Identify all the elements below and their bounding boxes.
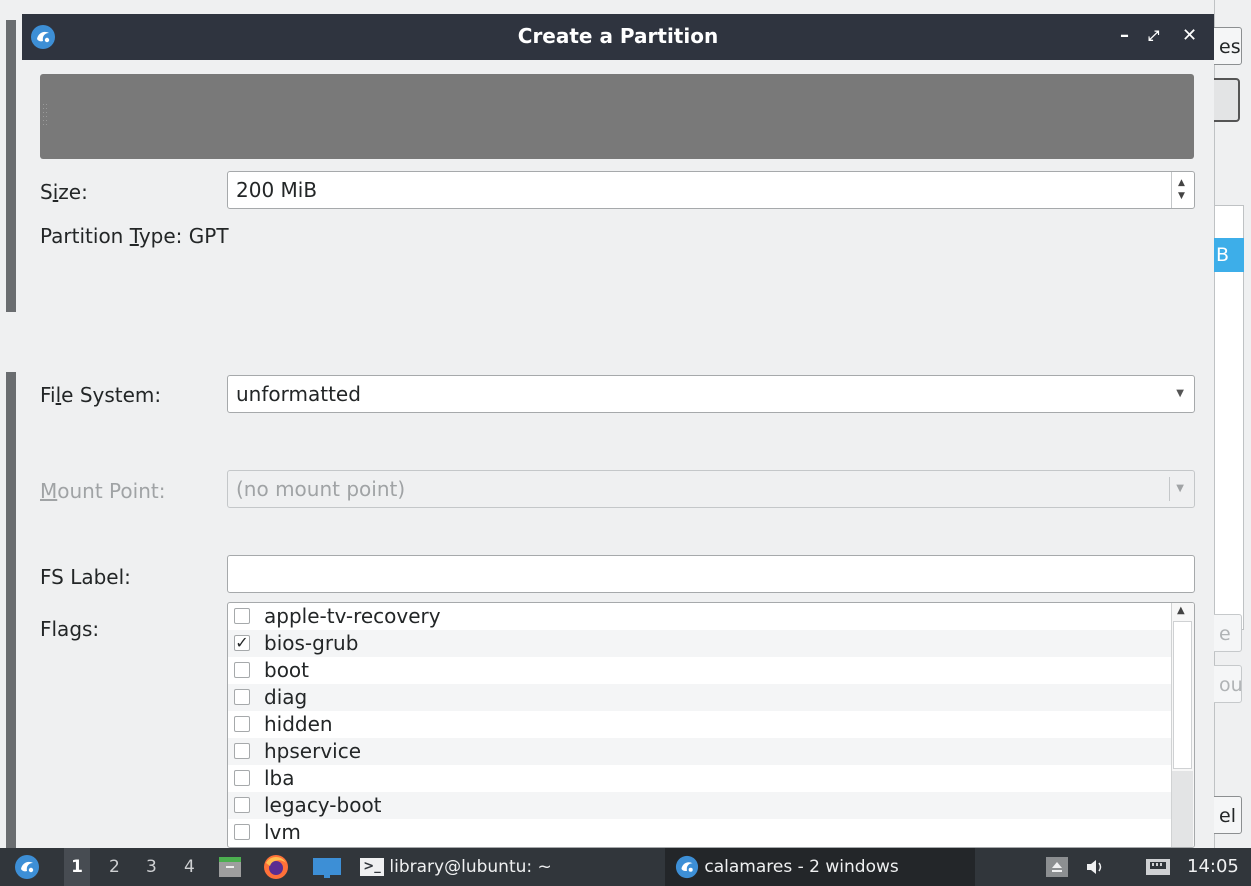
fs-label-label: FS Label:	[40, 565, 131, 589]
flags-scrollbar[interactable]: ▲	[1171, 603, 1194, 847]
minimize-icon[interactable]: –	[1120, 14, 1129, 58]
flags-label: Flags:	[40, 617, 100, 641]
flag-checkbox[interactable]	[234, 662, 250, 678]
flag-label: legacy-boot	[264, 793, 382, 817]
size-label: Size:	[40, 180, 88, 204]
file-system-value: unformatted	[236, 382, 361, 406]
flag-checkbox[interactable]	[234, 608, 250, 624]
restore-icon[interactable]: ⤢	[1148, 14, 1159, 58]
background-window-sidebar	[6, 20, 16, 312]
decrement-icon[interactable]: ▼	[1178, 192, 1185, 201]
firefox-icon[interactable]	[262, 853, 290, 881]
flag-checkbox[interactable]	[234, 770, 250, 786]
drag-handle-icon[interactable]	[42, 104, 52, 128]
close-icon[interactable]: ✕	[1182, 14, 1197, 58]
dialog-title: Create a Partition	[517, 24, 719, 48]
scrollbar-thumb[interactable]	[1173, 621, 1192, 769]
calamares-icon	[675, 855, 699, 879]
network-icon[interactable]	[1145, 856, 1171, 878]
task-calamares[interactable]: calamares - 2 windows	[665, 848, 975, 886]
flag-checkbox[interactable]	[234, 824, 250, 840]
size-spinbox[interactable]: 200 MiB ▲ ▼	[227, 171, 1195, 209]
flag-label: apple-tv-recovery	[264, 604, 441, 628]
flag-item-lvm[interactable]: lvm	[228, 819, 1194, 846]
flag-checkbox[interactable]: ✓	[234, 635, 250, 651]
scrollbar-track[interactable]	[1172, 771, 1193, 847]
file-system-dropdown[interactable]: unformatted ▼	[227, 375, 1195, 413]
flag-item-hpservice[interactable]: hpservice	[228, 738, 1194, 765]
increment-icon[interactable]: ▲	[1178, 179, 1185, 188]
mount-point-label: Mount Point:	[40, 479, 166, 503]
flag-label: bios-grub	[264, 631, 359, 655]
flag-label: boot	[264, 658, 310, 682]
workspace-1[interactable]: 1	[64, 848, 90, 886]
flag-label: hpservice	[264, 739, 362, 763]
main-menu-icon[interactable]	[14, 854, 40, 880]
volume-icon[interactable]	[1085, 858, 1107, 876]
flags-list[interactable]: apple-tv-recovery ✓ bios-grub boot diag hidde…	[227, 602, 1195, 848]
terminal-icon: >_	[360, 858, 384, 876]
size-value: 200 MiB	[236, 178, 318, 202]
partition-preview-bar	[40, 74, 1194, 159]
mount-point-value: (no mount point)	[236, 477, 406, 501]
workspace-3[interactable]: 3	[146, 848, 157, 886]
partition-type-value: GPT	[188, 224, 229, 248]
background-disk-selector[interactable]	[1210, 78, 1240, 122]
size-stepper[interactable]: ▲ ▼	[1171, 172, 1194, 208]
flag-label: diag	[264, 685, 308, 709]
flag-item-lba[interactable]: lba	[228, 765, 1194, 792]
flag-item-apple-tv-recovery[interactable]: apple-tv-recovery	[228, 603, 1194, 630]
partition-type-label: Partition Type: GPT	[40, 224, 229, 248]
chevron-down-icon[interactable]: ▼	[1176, 376, 1184, 412]
create-partition-dialog: Create a Partition – ⤢ ✕ Size: 200 MiB ▲…	[22, 14, 1214, 848]
task-terminal[interactable]: >_ library@lubuntu: ~	[360, 848, 608, 886]
flag-checkbox[interactable]	[234, 716, 250, 732]
file-manager-icon[interactable]	[218, 856, 242, 878]
desktop-icon[interactable]	[312, 857, 342, 879]
eject-icon[interactable]	[1045, 856, 1069, 878]
flag-item-bios-grub[interactable]: ✓ bios-grub	[228, 630, 1194, 657]
combo-separator	[1169, 477, 1170, 501]
flag-checkbox[interactable]	[234, 689, 250, 705]
flag-label: lba	[264, 766, 295, 790]
flag-checkbox[interactable]	[234, 797, 250, 813]
flag-checkbox[interactable]	[234, 743, 250, 759]
flag-item-diag[interactable]: diag	[228, 684, 1194, 711]
taskbar: 1 2 3 4 >_ library@lubuntu: ~ calamares …	[0, 848, 1251, 886]
fs-label-input[interactable]	[227, 555, 1195, 593]
clock[interactable]: 14:05	[1187, 848, 1239, 886]
workspace-4[interactable]: 4	[184, 848, 195, 886]
flag-item-hidden[interactable]: hidden	[228, 711, 1194, 738]
scroll-up-icon[interactable]: ▲	[1177, 605, 1185, 616]
background-window-sidebar-lower	[6, 372, 16, 848]
flag-item-legacy-boot[interactable]: legacy-boot	[228, 792, 1194, 819]
chevron-down-icon[interactable]: ▼	[1176, 471, 1184, 507]
file-system-label: File System:	[40, 383, 162, 407]
flag-item-boot[interactable]: boot	[228, 657, 1194, 684]
workspace-2[interactable]: 2	[109, 848, 120, 886]
flags-items: apple-tv-recovery ✓ bios-grub boot diag hidde…	[228, 603, 1194, 846]
background-partition-list-selected[interactable]: B	[1214, 238, 1244, 272]
mount-point-dropdown[interactable]: (no mount point) ▼	[227, 470, 1195, 508]
flag-label: lvm	[264, 820, 301, 844]
dialog-titlebar[interactable]: Create a Partition – ⤢ ✕	[22, 14, 1214, 60]
flag-label: hidden	[264, 712, 333, 736]
